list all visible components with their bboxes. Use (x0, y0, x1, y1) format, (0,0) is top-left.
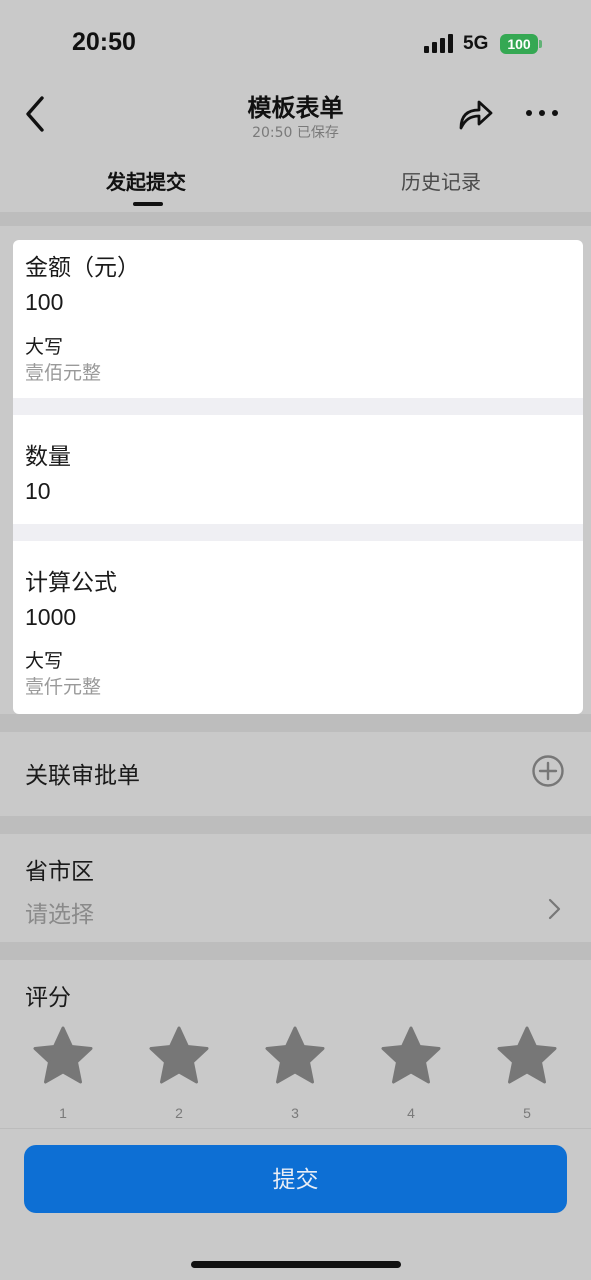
home-indicator (191, 1261, 401, 1268)
amount-input[interactable]: 100 (25, 289, 63, 316)
rating-label: 评分 (25, 985, 71, 1011)
star-icon (265, 1026, 325, 1084)
star-icon (381, 1026, 441, 1084)
signal-icon (424, 33, 454, 53)
share-button[interactable] (455, 94, 495, 134)
rating-star-number: 1 (59, 1105, 67, 1121)
quantity-label: 数量 (25, 444, 71, 470)
related-approval-label: 关联审批单 (25, 763, 140, 789)
formula-caps-value: 壹仟元整 (25, 676, 102, 698)
battery-icon: 100 (500, 34, 538, 54)
rating-star-3[interactable] (265, 1026, 325, 1084)
amount-caps-value: 壹佰元整 (25, 362, 102, 384)
plus-circle-icon (532, 755, 564, 787)
star-icon (149, 1026, 209, 1084)
formula-caps-label: 大写 (25, 650, 64, 672)
region-placeholder: 请选择 (25, 902, 94, 928)
add-related-button[interactable] (531, 754, 565, 788)
tab-history[interactable]: 历史记录 (401, 166, 481, 195)
formula-value: 1000 (25, 604, 77, 630)
formula-label: 计算公式 (25, 570, 117, 596)
rating-star-number: 3 (291, 1105, 299, 1121)
rating-star-1[interactable] (33, 1026, 93, 1084)
section-separator (0, 942, 591, 960)
region-row[interactable]: 省市区 请选择 (0, 834, 591, 942)
region-chevron[interactable] (544, 897, 564, 921)
quantity-input[interactable]: 10 (25, 478, 51, 505)
share-arrow-icon (459, 100, 493, 130)
status-time: 20:50 (72, 28, 136, 56)
amount-label: 金额（元） (25, 255, 140, 281)
battery-tip (539, 40, 542, 48)
save-status: 20:50 已保存 (252, 125, 339, 141)
star-icon (497, 1026, 557, 1084)
related-approval-row[interactable]: 关联审批单 (0, 732, 591, 816)
more-button[interactable] (522, 100, 562, 128)
rating-star-number: 5 (523, 1105, 531, 1121)
section-separator (0, 816, 591, 834)
rating-star-2[interactable] (149, 1026, 209, 1084)
rating-star-number: 2 (175, 1105, 183, 1121)
tab-active-indicator (133, 202, 163, 206)
rating-star-4[interactable] (381, 1026, 441, 1084)
divider (13, 524, 583, 541)
tab-divider (0, 212, 591, 226)
chevron-right-icon (548, 898, 561, 920)
page-title: 模板表单 (247, 94, 344, 122)
highlighted-form-card: 金额（元） 100 大写 壹佰元整 数量 10 计算公式 1000 大写 壹仟元… (13, 240, 583, 714)
rating-star-5[interactable] (497, 1026, 557, 1084)
divider (13, 398, 583, 415)
region-label: 省市区 (25, 859, 94, 885)
amount-caps-label: 大写 (25, 336, 64, 358)
star-icon (33, 1026, 93, 1084)
section-separator (0, 714, 591, 732)
tab-submit[interactable]: 发起提交 (106, 166, 186, 195)
network-type: 5G (463, 33, 489, 54)
rating-star-number: 4 (407, 1105, 415, 1121)
submit-button[interactable]: 提交 (24, 1145, 567, 1213)
